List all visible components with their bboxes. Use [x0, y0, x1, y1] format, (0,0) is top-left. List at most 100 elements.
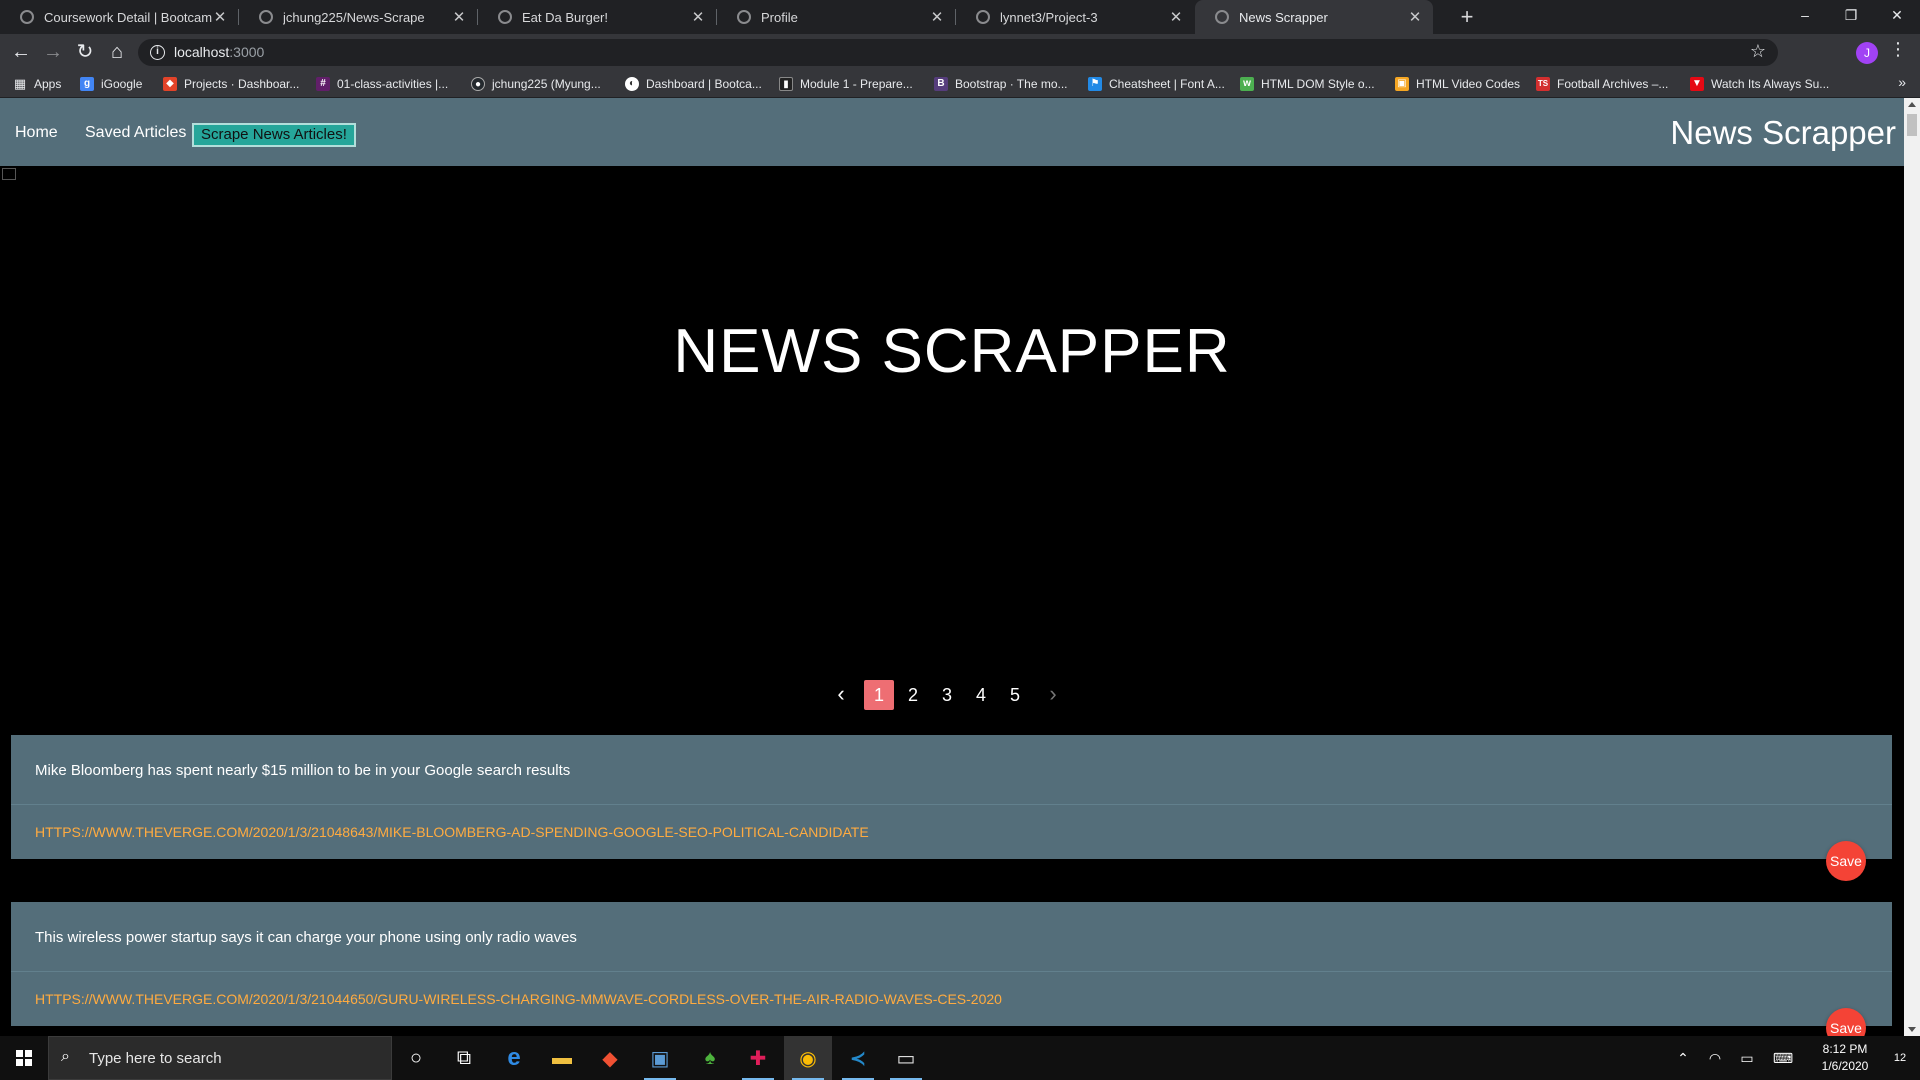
github-icon: ● [471, 77, 485, 91]
restore-button[interactable]: ❐ [1828, 0, 1874, 34]
tab-title: Coursework Detail | Bootcamp Sp [44, 9, 212, 25]
info-icon[interactable]: i [150, 45, 165, 60]
chevron-up-icon[interactable]: ⌃ [1668, 1036, 1698, 1080]
page-5-button[interactable]: 5 [1000, 680, 1030, 710]
close-icon[interactable]: ✕ [1168, 8, 1184, 26]
tab-title: lynnet3/Project-3 [1000, 9, 1098, 25]
terminal-icon[interactable]: ▭ [882, 1036, 930, 1080]
apps-grid-icon: ▦ [13, 76, 27, 91]
profile-avatar[interactable]: J [1856, 42, 1878, 64]
mongodb-compass-icon[interactable]: ♠ [686, 1036, 734, 1080]
article-link[interactable]: HTTPS://WWW.THEVERGE.COM/2020/1/3/210446… [11, 972, 1892, 1026]
browser-tab-active[interactable]: News Scrapper ✕ [1195, 0, 1433, 34]
start-button[interactable] [0, 1036, 48, 1080]
bookmark-item[interactable]: g iGoogle [80, 75, 142, 93]
close-window-button[interactable]: ✕ [1874, 0, 1920, 34]
bookmark-star-icon[interactable]: ☆ [1750, 41, 1766, 62]
nav-home-link[interactable]: Home [15, 124, 58, 142]
chevron-right-double-icon[interactable]: » [1898, 74, 1906, 90]
keyboard-icon[interactable]: ⌨ [1768, 1036, 1798, 1080]
github-icon [259, 10, 273, 24]
bookmark-item[interactable]: B Bootstrap · The mo... [934, 75, 1068, 93]
page-4-button[interactable]: 4 [966, 680, 996, 710]
browser-tab[interactable]: Eat Da Burger! ✕ [478, 0, 716, 34]
bookmark-item[interactable]: ◆ Projects · Dashboar... [163, 75, 299, 93]
slack-icon[interactable]: ✚ [734, 1036, 782, 1080]
bookmark-label: iGoogle [101, 77, 143, 91]
save-article-button[interactable]: Save [1826, 841, 1866, 881]
git-icon[interactable]: ◆ [586, 1036, 634, 1080]
new-tab-button[interactable]: + [1454, 4, 1480, 30]
taskbar-search-box[interactable]: ⌕ Type here to search [48, 1036, 392, 1080]
page-1-button[interactable]: 1 [864, 680, 894, 710]
page-scrollbar[interactable] [1904, 98, 1920, 1036]
bookmark-label: 01-class-activities |... [337, 77, 449, 91]
minimize-button[interactable]: – [1782, 0, 1828, 34]
file-explorer-icon[interactable]: ▬ [538, 1036, 586, 1080]
article-card: Mike Bloomberg has spent nearly $15 mill… [11, 735, 1892, 859]
browser-tab[interactable]: Profile ✕ [717, 0, 955, 34]
taskbar-clock[interactable]: 8:12 PM 1/6/2020 [1800, 1041, 1890, 1075]
pagination: ‹ 1 2 3 4 5 › [820, 680, 1074, 710]
scrollbar-thumb[interactable] [1907, 114, 1917, 136]
task-view-icon[interactable]: ⧉ [440, 1036, 488, 1080]
browser-toolbar: ← → ↻ ⌂ i localhost:3000 ☆ J ⋮ [0, 34, 1920, 70]
cortana-icon[interactable]: ○ [392, 1036, 440, 1080]
close-icon[interactable]: ✕ [451, 8, 467, 26]
chevron-left-icon[interactable]: ‹ [826, 680, 856, 710]
page-3-button[interactable]: 3 [932, 680, 962, 710]
site-brand-logo[interactable]: News Scrapper [1670, 114, 1896, 152]
windows-taskbar: ⌕ Type here to search ○ ⧉ e ▬ ◆ ▣ ♠ ✚ ◉ … [0, 1036, 1920, 1080]
home-icon[interactable]: ⌂ [105, 40, 129, 64]
url-port: :3000 [229, 44, 265, 60]
scroll-up-icon[interactable] [1908, 102, 1916, 107]
page-2-button[interactable]: 2 [898, 680, 928, 710]
bookmark-apps[interactable]: ▦ Apps [13, 75, 62, 93]
close-icon[interactable]: ✕ [690, 8, 706, 26]
menu-icon[interactable]: ⋮ [1888, 39, 1908, 60]
tab-title: News Scrapper [1239, 9, 1328, 25]
clock-date: 1/6/2020 [1821, 1059, 1869, 1073]
bookmark-item[interactable]: ⚑ Cheatsheet | Font A... [1088, 75, 1225, 93]
bookmark-item[interactable]: # 01-class-activities |... [316, 75, 448, 93]
bookmark-item[interactable]: w HTML DOM Style o... [1240, 75, 1375, 93]
bookmark-label: Football Archives –... [1557, 77, 1669, 91]
forward-button[interactable]: → [41, 40, 65, 64]
bookmark-item[interactable]: ▣ HTML Video Codes [1395, 75, 1520, 93]
notification-icon[interactable]: 12 [1880, 1036, 1920, 1080]
browser-tab[interactable]: jchung225/News-Scrape ✕ [239, 0, 477, 34]
bookmark-item[interactable]: TS Football Archives –... [1536, 75, 1668, 93]
scroll-down-icon[interactable] [1908, 1027, 1916, 1032]
bootstrap-icon: B [934, 77, 948, 91]
close-icon[interactable]: ✕ [212, 8, 228, 26]
bookmark-item[interactable]: ▼ Watch Its Always Su... [1690, 75, 1829, 93]
chevron-right-icon[interactable]: › [1038, 680, 1068, 710]
reload-button[interactable]: ↻ [73, 40, 97, 64]
mysql-workbench-icon[interactable]: ▣ [636, 1036, 684, 1080]
w3schools-icon: w [1240, 77, 1254, 91]
article-link[interactable]: HTTPS://WWW.THEVERGE.COM/2020/1/3/210486… [11, 805, 1892, 859]
bookmark-item[interactable]: ▮ Module 1 - Prepare... [779, 75, 913, 93]
close-icon[interactable]: ✕ [929, 8, 945, 26]
scrape-articles-button[interactable]: Scrape News Articles! [192, 123, 356, 147]
close-icon[interactable]: ✕ [1407, 8, 1423, 26]
broken-image-icon [2, 168, 16, 180]
bookmark-label: jchung225 (Myung... [492, 77, 601, 91]
bookmark-item[interactable]: ◐ Dashboard | Bootca... [625, 75, 762, 93]
bookmark-label: HTML Video Codes [1416, 77, 1521, 91]
back-button[interactable]: ← [9, 40, 33, 64]
bookmark-label: Module 1 - Prepare... [800, 77, 913, 91]
battery-icon[interactable]: ▭ [1732, 1036, 1762, 1080]
bookmark-label: Dashboard | Bootca... [646, 77, 762, 91]
url-host: localhost [174, 44, 230, 60]
wifi-icon[interactable]: ◠ [1700, 1036, 1730, 1080]
chrome-icon[interactable]: ◉ [784, 1036, 832, 1080]
browser-tab[interactable]: Coursework Detail | Bootcamp Sp ✕ [0, 0, 238, 34]
vscode-icon[interactable]: ≺ [834, 1036, 882, 1080]
bookmark-item[interactable]: ● jchung225 (Myung... [471, 75, 601, 93]
nav-saved-articles-link[interactable]: Saved Articles [85, 124, 186, 142]
browser-tab[interactable]: lynnet3/Project-3 ✕ [956, 0, 1194, 34]
video-icon: ▣ [1395, 77, 1409, 91]
edge-icon[interactable]: e [490, 1036, 538, 1080]
address-bar[interactable]: i localhost:3000 ☆ [138, 39, 1778, 66]
